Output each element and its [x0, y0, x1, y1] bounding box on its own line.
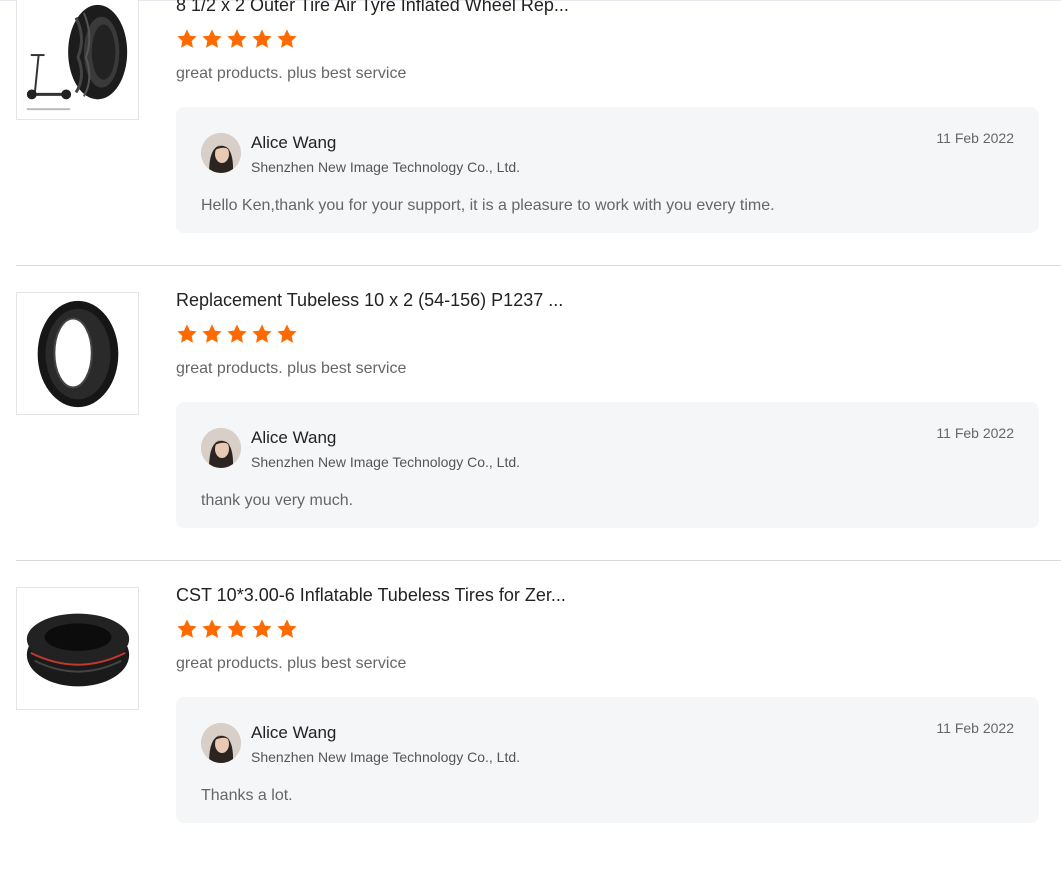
product-image-scooter-tire[interactable]	[16, 0, 139, 120]
star-icon	[177, 324, 197, 343]
avatar	[201, 723, 241, 763]
review-comment: great products. plus best service	[176, 360, 407, 377]
product-image-cst-tire[interactable]	[16, 587, 139, 710]
star-icon	[177, 619, 197, 638]
reply-company: Shenzhen New Image Technology Co., Ltd.	[251, 159, 521, 175]
star-icon	[277, 619, 297, 638]
star-icon	[227, 619, 247, 638]
reply-author-name: Alice Wang	[251, 428, 337, 447]
product-title[interactable]: CST 10*3.00-6 Inflatable Tubeless Tires …	[176, 583, 736, 607]
star-icon	[202, 324, 222, 343]
supplier-reply: Alice Wang Shenzhen New Image Technology…	[176, 697, 1039, 823]
supplier-reply: Alice Wang Shenzhen New Image Technology…	[176, 402, 1039, 528]
rating-stars	[176, 618, 298, 640]
reply-author-name: Alice Wang	[251, 723, 337, 742]
reply-company: Shenzhen New Image Technology Co., Ltd.	[251, 454, 521, 470]
product-image-tubeless-tire[interactable]	[16, 292, 139, 415]
review-item: CST 10*3.00-6 Inflatable Tubeless Tires …	[0, 585, 1061, 882]
star-icon	[177, 29, 197, 48]
reply-text: thank you very much.	[201, 492, 354, 509]
reply-author-name: Alice Wang	[251, 133, 337, 152]
review-comment: great products. plus best service	[176, 655, 407, 672]
reply-date: 11 Feb 2022	[936, 425, 1014, 441]
star-icon	[202, 619, 222, 638]
review-item: Replacement Tubeless 10 x 2 (54-156) P12…	[0, 290, 1061, 587]
product-title[interactable]: Replacement Tubeless 10 x 2 (54-156) P12…	[176, 288, 736, 312]
star-icon	[202, 29, 222, 48]
avatar	[201, 133, 241, 173]
rating-stars	[176, 323, 298, 345]
product-title[interactable]: 8 1/2 x 2 Outer Tire Air Tyre Inflated W…	[176, 0, 736, 17]
supplier-reply: Alice Wang Shenzhen New Image Technology…	[176, 107, 1039, 233]
review-divider	[16, 560, 1061, 561]
reply-text: Thanks a lot.	[201, 787, 293, 804]
review-item: 8 1/2 x 2 Outer Tire Air Tyre Inflated W…	[0, 0, 1061, 292]
star-icon	[252, 619, 272, 638]
rating-stars	[176, 28, 298, 50]
star-icon	[252, 324, 272, 343]
star-icon	[277, 324, 297, 343]
star-icon	[227, 29, 247, 48]
star-icon	[227, 324, 247, 343]
reply-text: Hello Ken,thank you for your support, it…	[201, 197, 775, 214]
reply-date: 11 Feb 2022	[936, 130, 1014, 146]
reply-date: 11 Feb 2022	[936, 720, 1014, 736]
avatar	[201, 428, 241, 468]
review-divider	[16, 265, 1061, 266]
star-icon	[252, 29, 272, 48]
reply-company: Shenzhen New Image Technology Co., Ltd.	[251, 749, 521, 765]
review-comment: great products. plus best service	[176, 65, 407, 82]
star-icon	[277, 29, 297, 48]
